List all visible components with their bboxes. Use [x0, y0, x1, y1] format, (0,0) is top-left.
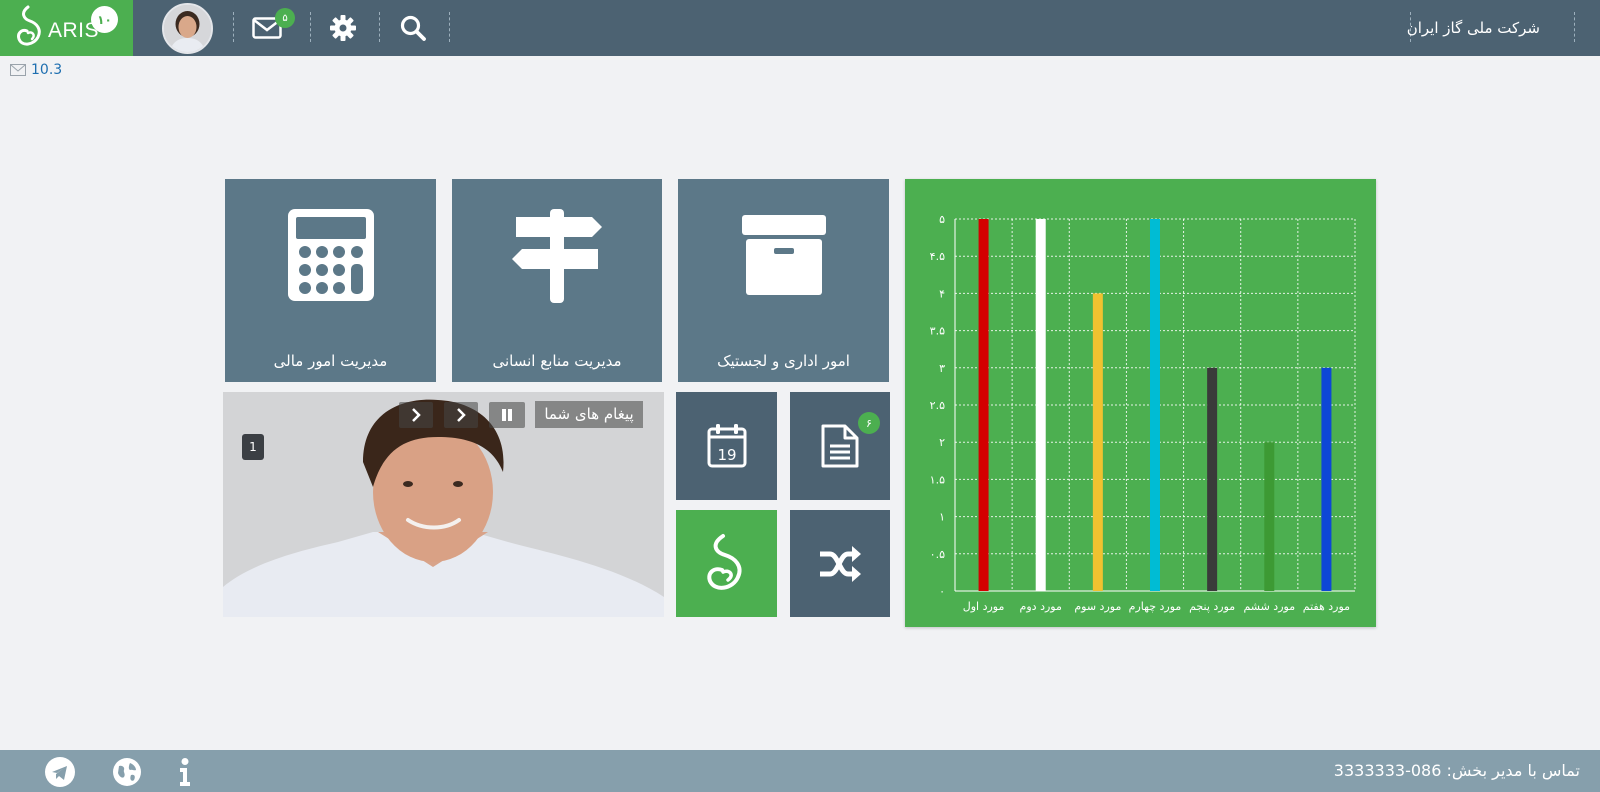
- y-tick-label: ۰: [939, 585, 945, 598]
- document-badge: ۶: [858, 412, 880, 434]
- signpost-icon: [512, 209, 602, 303]
- divider: [310, 12, 311, 42]
- globe-icon: [113, 758, 141, 786]
- chart-bar: [1092, 293, 1103, 591]
- x-tick-label: مورد اول: [963, 600, 1005, 613]
- chart-bar: [1264, 442, 1275, 591]
- info-icon: [180, 758, 190, 786]
- tile-human-resources[interactable]: مدیریت منابع انسانی: [452, 179, 662, 382]
- chevron-right-icon: [412, 408, 421, 422]
- document-icon: [821, 424, 859, 468]
- company-name: شرکت ملی گاز ایران: [1406, 19, 1540, 37]
- y-tick-label: ۴.۵: [930, 250, 945, 263]
- y-tick-label: ۱.۵: [930, 473, 945, 486]
- tile-admin-logistics[interactable]: امور اداری و لجستیک: [678, 179, 889, 382]
- aris-logo-icon: [17, 5, 41, 46]
- x-tick-label: مورد پنجم: [1189, 600, 1235, 613]
- message-slider[interactable]: پیغام های شما 1: [223, 392, 664, 617]
- slide-number: 1: [242, 434, 264, 460]
- y-tick-label: ۵: [939, 213, 945, 226]
- chevron-right-icon: [457, 408, 466, 422]
- mail-badge: ۵: [275, 8, 295, 28]
- tile-aris-home[interactable]: [676, 510, 777, 617]
- settings-button[interactable]: [326, 11, 360, 45]
- telegram-button[interactable]: [45, 757, 75, 787]
- tile-shuffle[interactable]: [790, 510, 890, 617]
- pause-button[interactable]: [489, 402, 525, 428]
- y-tick-label: ۲: [939, 436, 945, 449]
- calendar-day: 19: [717, 446, 736, 464]
- x-tick-label: مورد دوم: [1020, 600, 1062, 613]
- x-tick-label: مورد ششم: [1243, 600, 1295, 613]
- logo[interactable]: ARIS ۱۰: [0, 0, 133, 56]
- bar-chart: ۰ ۰.۵ ۱ ۱.۵ ۲ ۲.۵ ۳ ۳.۵ ۴ ۴.۵ ۵ مورد اول مورد دوم مور…: [930, 213, 1356, 613]
- x-tick-label: مورد هفتم: [1303, 600, 1350, 613]
- contact-info: تماس با مدیر بخش: 086-3333333: [1333, 761, 1580, 780]
- website-button[interactable]: [112, 757, 142, 787]
- y-tick-label: ۰.۵: [930, 548, 945, 561]
- y-tick-label: ۳: [939, 362, 945, 375]
- divider: [233, 12, 234, 42]
- search-button[interactable]: [396, 11, 430, 45]
- top-bar: ARIS ۱۰ ۵ شرکت ملی گاز ایران: [0, 0, 1600, 56]
- tile-label: مدیریت منابع انسانی: [492, 352, 622, 370]
- version-number: 10.3: [31, 62, 63, 78]
- version-label: 10.3: [10, 62, 62, 78]
- x-tick-label: مورد سوم: [1074, 600, 1121, 613]
- user-avatar[interactable]: [162, 3, 213, 54]
- tile-label: مدیریت امور مالی: [273, 352, 388, 370]
- tile-finance[interactable]: مدیریت امور مالی: [225, 179, 436, 382]
- info-button[interactable]: [170, 757, 200, 787]
- slider-title: پیغام های شما: [535, 401, 643, 428]
- divider: [379, 12, 380, 42]
- footer: تماس با مدیر بخش: 086-3333333: [0, 750, 1600, 792]
- aris-logo-icon: [706, 533, 741, 590]
- y-tick-label: ۳.۵: [930, 325, 945, 338]
- y-tick-label: ۱: [939, 511, 945, 524]
- chart-bar: [1207, 367, 1218, 591]
- x-tick-label: مورد چهارم: [1129, 600, 1182, 613]
- chart-bar: [1321, 367, 1332, 591]
- y-tick-label: ۲.۵: [930, 399, 945, 412]
- search-icon: [400, 15, 426, 41]
- chart-bar: [1150, 219, 1160, 591]
- divider: [1574, 12, 1575, 42]
- divider: [449, 12, 450, 42]
- telegram-icon: [45, 757, 75, 787]
- shuffle-icon: [820, 545, 861, 582]
- envelope-outline-icon: [10, 64, 26, 76]
- y-tick-label: ۴: [939, 287, 945, 300]
- avatar-image: [164, 5, 211, 52]
- tile-documents[interactable]: ۶: [790, 392, 890, 500]
- gear-icon: [330, 15, 356, 41]
- tile-calendar[interactable]: 19: [676, 392, 777, 500]
- pause-icon: [502, 409, 512, 421]
- tile-label: امور اداری و لجستیک: [717, 352, 850, 370]
- chart-bar: [1035, 219, 1046, 591]
- calendar-icon: 19: [707, 424, 746, 468]
- chart-panel: ۰ ۰.۵ ۱ ۱.۵ ۲ ۲.۵ ۳ ۳.۵ ۴ ۴.۵ ۵ مورد اول مورد دوم مور…: [905, 179, 1376, 627]
- calculator-icon: [287, 209, 374, 301]
- notification-badge: ۱۰: [91, 6, 118, 33]
- chart-bar: [978, 219, 989, 591]
- next-slide-button[interactable]: [399, 402, 433, 428]
- next-slide-button[interactable]: [444, 402, 478, 428]
- archive-box-icon: [741, 215, 826, 295]
